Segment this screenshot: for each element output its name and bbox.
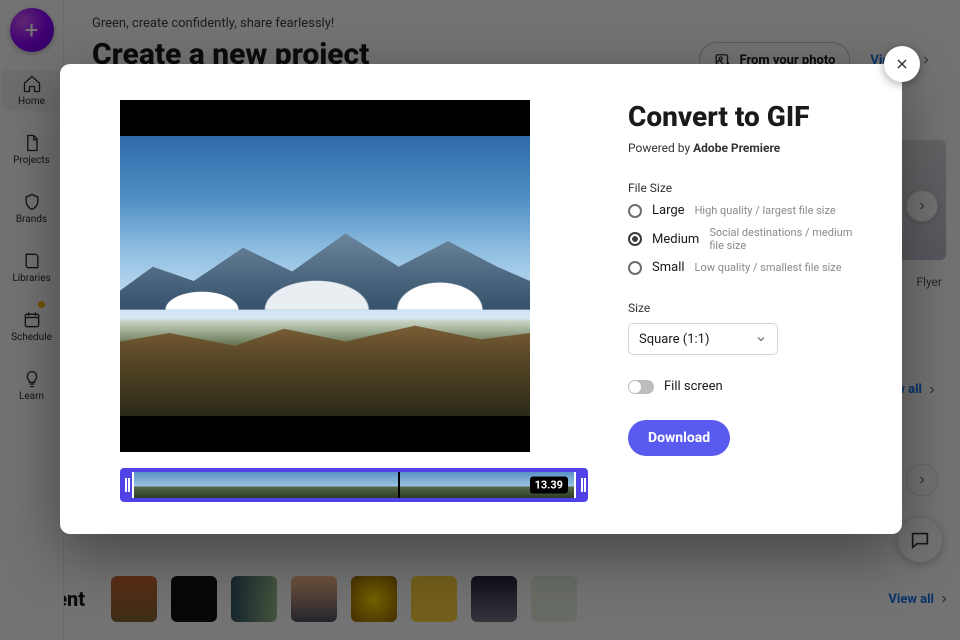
chevron-down-icon [755, 333, 767, 345]
option-desc: Social destinations / medium file size [709, 226, 866, 252]
option-desc: High quality / largest file size [695, 204, 836, 217]
file-size-option-medium[interactable]: Medium Social destinations / medium file… [628, 226, 866, 252]
option-name: Small [652, 260, 685, 275]
close-icon [894, 56, 910, 72]
trim-handle-start[interactable] [120, 468, 132, 502]
modal-title: Convert to GIF [628, 100, 866, 133]
option-name: Medium [652, 232, 699, 247]
fill-screen-toggle[interactable] [628, 380, 654, 394]
convert-to-gif-modal: 13.39 Convert to GIF Powered by Adobe Pr… [60, 64, 902, 534]
close-button[interactable] [884, 46, 920, 82]
size-heading: Size [628, 301, 866, 315]
file-size-option-large[interactable]: Large High quality / largest file size [628, 203, 866, 218]
duration-badge: 13.39 [530, 477, 568, 494]
download-button[interactable]: Download [628, 420, 730, 456]
aspect-ratio-select[interactable]: Square (1:1) [628, 323, 778, 355]
trim-timeline[interactable]: 13.39 [120, 468, 588, 502]
radio-icon [628, 232, 642, 246]
file-size-heading: File Size [628, 181, 866, 195]
video-preview[interactable] [120, 100, 530, 452]
playhead[interactable] [398, 472, 400, 498]
settings-pane: Convert to GIF Powered by Adobe Premiere… [620, 64, 902, 534]
video-frame-image [120, 136, 530, 416]
powered-by: Powered by Adobe Premiere [628, 141, 866, 155]
fill-screen-label: Fill screen [664, 379, 723, 394]
preview-pane: 13.39 [60, 64, 620, 534]
radio-icon [628, 204, 642, 218]
radio-icon [628, 261, 642, 275]
trim-handle-end[interactable] [576, 468, 588, 502]
option-name: Large [652, 203, 685, 218]
select-value: Square (1:1) [639, 332, 709, 347]
timeline-frames[interactable] [134, 472, 574, 498]
option-desc: Low quality / smallest file size [695, 261, 842, 274]
file-size-option-small[interactable]: Small Low quality / smallest file size [628, 260, 866, 275]
